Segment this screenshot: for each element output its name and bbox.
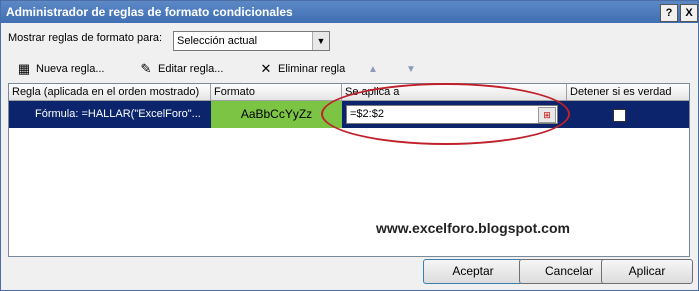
accept-button[interactable]: Aceptar [423,259,523,284]
show-rules-label: Mostrar reglas de formato para: [8,32,163,44]
title-bar: Administrador de reglas de formato condi… [1,1,698,23]
annotation-oval [321,83,570,145]
arrow-up-icon: ▲ [368,63,378,75]
apply-button[interactable]: Aplicar [601,259,693,284]
column-header-format[interactable]: Formato [211,84,342,101]
new-rule-label: Nueva regla... [36,63,105,75]
edit-rule-label: Editar regla... [158,63,224,75]
delete-icon: ✕ [260,61,272,76]
dialog-window: Administrador de reglas de formato condi… [0,0,699,291]
move-up-button[interactable]: ▲ [368,60,378,78]
rule-formula: Fórmula: =HALLAR("ExcelForo"... [35,108,201,120]
watermark-text: www.excelforo.blogspot.com [376,220,570,236]
chevron-down-icon[interactable]: ▼ [312,32,329,50]
edit-rule-icon: ✎ [140,61,152,76]
show-rules-value: Selección actual [177,35,258,47]
move-down-button[interactable]: ▼ [406,60,416,78]
close-button[interactable]: X [680,4,698,22]
new-rule-icon: ▦ [17,61,31,76]
column-header-rule[interactable]: Regla (aplicada en el orden mostrado) [9,84,211,101]
delete-rule-label: Eliminar regla [278,63,346,75]
delete-rule-button[interactable]: ✕ Eliminar regla [258,60,346,78]
new-rule-button[interactable]: ▦ Nueva regla... [16,60,105,78]
column-header-stop[interactable]: Detener si es verdad [567,84,689,101]
rules-toolbar: ▦ Nueva regla... ✎ Editar regla... ✕ Eli… [8,57,688,79]
show-rules-dropdown[interactable]: Selección actual ▼ [173,31,330,51]
edit-rule-button[interactable]: ✎ Editar regla... [138,60,224,78]
dialog-title: Administrador de reglas de formato condi… [6,5,293,19]
arrow-down-icon: ▼ [406,63,416,75]
help-button[interactable]: ? [660,4,678,22]
stop-if-true-checkbox[interactable] [613,109,626,122]
